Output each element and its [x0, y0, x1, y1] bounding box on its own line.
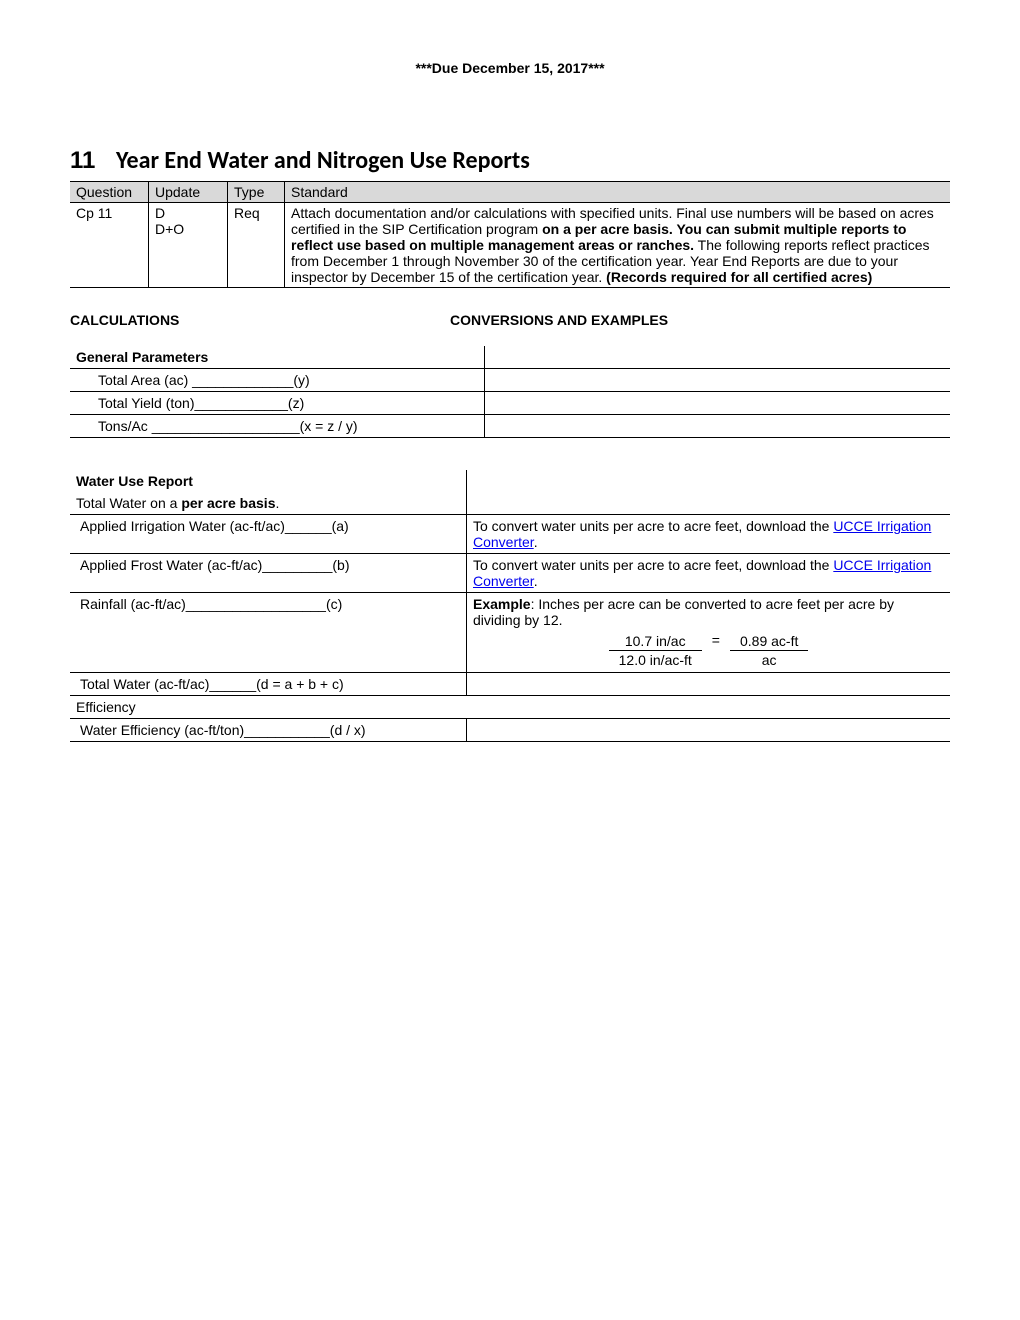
- section-number: 11: [70, 147, 116, 175]
- col-header-calculations: CALCULATIONS: [70, 312, 450, 328]
- fraction-example: 10.7 in/ac = 0.89 ac-ft 12.0 in/ac-ft ac: [609, 632, 809, 669]
- efficiency-label: Efficiency: [70, 696, 467, 719]
- hdr-col-standard: Standard: [285, 182, 951, 203]
- section-heading: 11 Year End Water and Nitrogen Use Repor…: [70, 146, 950, 175]
- hdr-col-question: Question: [70, 182, 149, 203]
- column-headers: CALCULATIONS CONVERSIONS AND EXAMPLES: [70, 312, 950, 328]
- section-title: Year End Water and Nitrogen Use Reports: [116, 146, 530, 175]
- hdr-col-update: Update: [149, 182, 228, 203]
- hdr-standard: Attach documentation and/or calculations…: [285, 203, 951, 288]
- total-yield-row: Total Yield (ton)____________(z): [70, 392, 485, 415]
- hdr-update: DD+O: [149, 203, 228, 288]
- hdr-question: Cp 11: [70, 203, 149, 288]
- header-table: Question Update Type Standard Cp 11 DD+O…: [70, 181, 950, 288]
- water-use-table: Water Use Report Total Water on a per ac…: [70, 470, 950, 742]
- water-basis-row: Total Water on a per acre basis.: [70, 492, 467, 515]
- col-header-conversions: CONVERSIONS AND EXAMPLES: [450, 312, 950, 328]
- due-banner: ***Due December 15, 2017***: [70, 60, 950, 76]
- rainfall-example: Example: Inches per acre can be converte…: [467, 593, 951, 673]
- total-area-row: Total Area (ac) _____________(y): [70, 369, 485, 392]
- general-parameters-table: General Parameters Total Area (ac) _____…: [70, 346, 950, 438]
- applied-irrigation-conversion: To convert water units per acre to acre …: [467, 515, 951, 554]
- general-params-title: General Parameters: [70, 346, 485, 369]
- hdr-col-type: Type: [228, 182, 285, 203]
- water-use-title: Water Use Report: [70, 470, 467, 492]
- applied-frost-row: Applied Frost Water (ac-ft/ac)_________(…: [70, 554, 467, 593]
- total-water-row: Total Water (ac-ft/ac)______(d = a + b +…: [70, 673, 467, 696]
- tons-per-ac-row: Tons/Ac ___________________(x = z / y): [70, 415, 485, 438]
- applied-irrigation-row: Applied Irrigation Water (ac-ft/ac)_____…: [70, 515, 467, 554]
- applied-frost-conversion: To convert water units per acre to acre …: [467, 554, 951, 593]
- hdr-type: Req: [228, 203, 285, 288]
- rainfall-row: Rainfall (ac-ft/ac)__________________(c): [70, 593, 467, 673]
- water-efficiency-row: Water Efficiency (ac-ft/ton)___________(…: [70, 719, 467, 742]
